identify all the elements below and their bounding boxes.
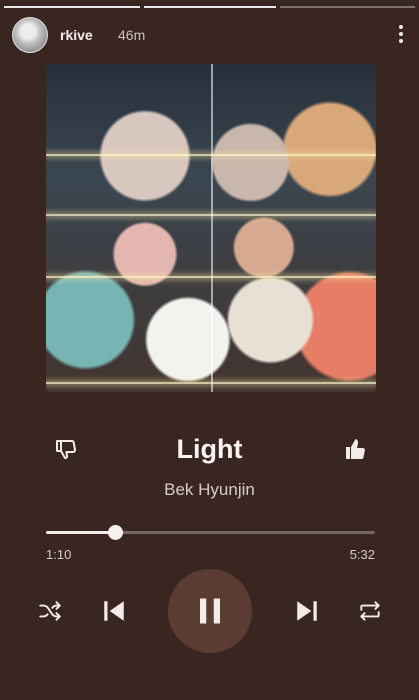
post-time: 46m <box>118 27 146 43</box>
pause-icon <box>200 598 220 624</box>
seek-bar[interactable] <box>46 525 375 540</box>
artist-name: Bek Hyunjin <box>164 480 255 499</box>
story-progress-bars <box>0 6 419 8</box>
story-segment-1 <box>4 6 140 8</box>
total-duration: 5:32 <box>349 547 375 562</box>
story-segment-3 <box>280 6 415 8</box>
username[interactable]: rkive <box>60 27 93 43</box>
seek-bar-fill <box>46 531 116 534</box>
pause-button[interactable] <box>168 569 252 653</box>
skip-previous-icon[interactable] <box>100 597 128 625</box>
more-vertical-icon[interactable] <box>397 25 405 45</box>
repeat-icon[interactable] <box>356 597 384 625</box>
album-cover-image <box>46 64 376 392</box>
seek-bar-knob[interactable] <box>108 525 124 540</box>
avatar[interactable] <box>12 17 48 53</box>
thumb-up-icon[interactable] <box>344 437 368 461</box>
story-segment-2 <box>144 6 276 8</box>
elapsed-time: 1:10 <box>46 547 72 562</box>
shuffle-icon[interactable] <box>36 597 64 625</box>
skip-next-icon[interactable] <box>293 597 321 625</box>
story-header: rkive 46m <box>12 17 419 53</box>
